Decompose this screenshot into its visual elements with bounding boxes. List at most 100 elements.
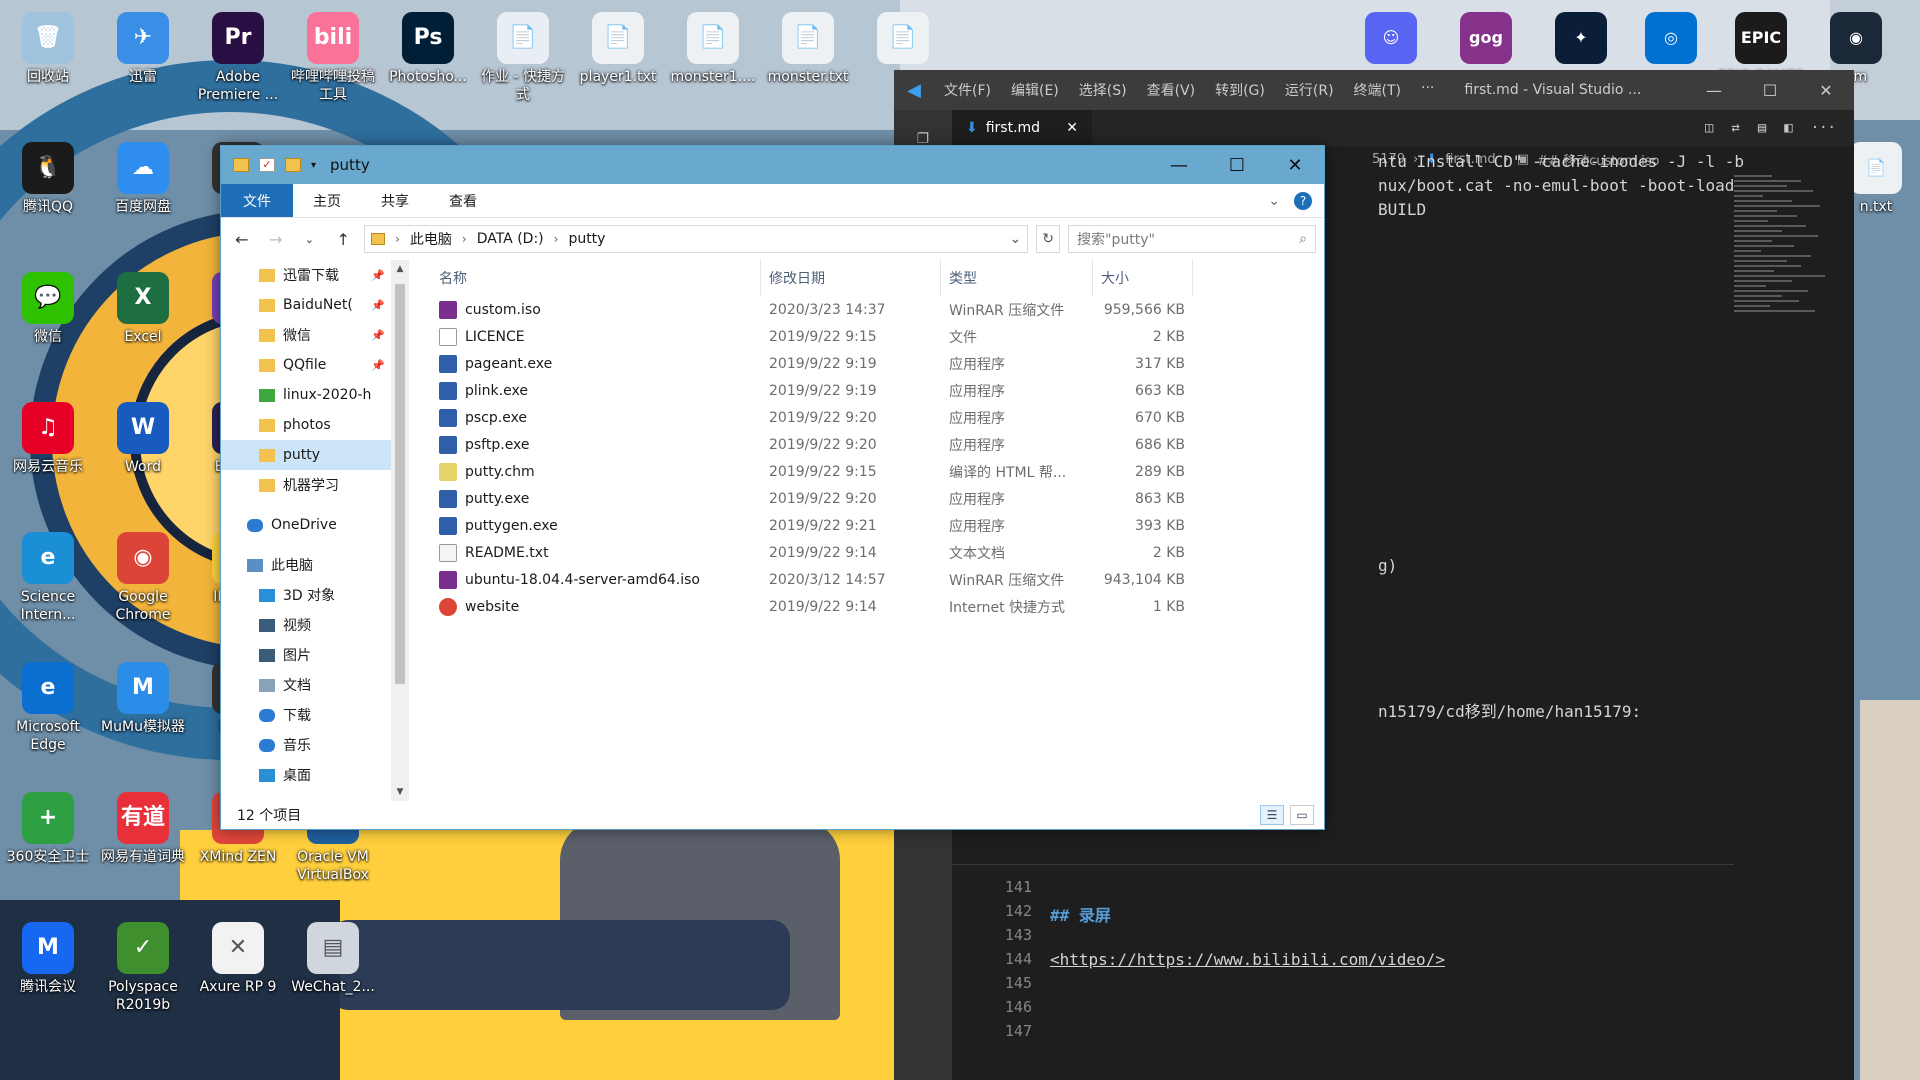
- column-type[interactable]: 类型: [941, 260, 1093, 296]
- tab-share[interactable]: 共享: [361, 184, 429, 217]
- vscode-menu-item[interactable]: 文件(F): [934, 80, 1001, 100]
- nav-item-music[interactable]: 音乐: [221, 730, 391, 760]
- back-button[interactable]: ←: [229, 230, 255, 249]
- file-row[interactable]: LICENCE 2019/9/22 9:15 文件 2 KB: [431, 323, 1324, 350]
- desktop-icon[interactable]: 🐧 腾讯QQ: [2, 142, 94, 216]
- compare-changes-icon[interactable]: ⇄: [1731, 120, 1739, 136]
- tab-close-icon[interactable]: ✕: [1066, 120, 1078, 136]
- scroll-down-icon[interactable]: ▼: [391, 787, 409, 797]
- chevron-down-icon[interactable]: ⌄: [1010, 231, 1022, 247]
- minimap[interactable]: [1734, 172, 1830, 1080]
- desktop-icon[interactable]: bili 哔哩哔哩投稿工具: [287, 12, 379, 104]
- vscode-menu-item[interactable]: 运行(R): [1275, 80, 1344, 100]
- file-row[interactable]: putty.exe 2019/9/22 9:20 应用程序 863 KB: [431, 485, 1324, 512]
- maximize-button[interactable]: ☐: [1742, 81, 1798, 100]
- desktop-icon[interactable]: M 腾讯会议: [2, 922, 94, 996]
- tab-file[interactable]: 文件: [221, 184, 293, 217]
- file-row[interactable]: custom.iso 2020/3/23 14:37 WinRAR 压缩文件 959,…: [431, 296, 1324, 323]
- desktop-icon[interactable]: X Excel: [97, 272, 189, 346]
- address-segment[interactable]: putty: [568, 231, 605, 247]
- chevron-right-icon[interactable]: ›: [554, 232, 559, 246]
- file-row[interactable]: website 2019/9/22 9:14 Internet 快捷方式 1 KB: [431, 593, 1324, 620]
- desktop-icon[interactable]: 📄 monster.txt: [762, 12, 854, 86]
- up-button[interactable]: ↑: [330, 230, 356, 249]
- desktop-icon[interactable]: ✕ Axure RP 9: [192, 922, 284, 996]
- minimize-button[interactable]: —: [1150, 155, 1208, 176]
- nav-item-dark[interactable]: 图片: [221, 640, 391, 670]
- column-name[interactable]: 名称: [431, 260, 761, 296]
- nav-scrollbar[interactable]: ▲ ▼: [391, 260, 409, 801]
- nav-item-pc[interactable]: 此电脑: [221, 550, 391, 580]
- file-row[interactable]: putty.chm 2019/9/22 9:15 编译的 HTML 帮... 289 …: [431, 458, 1324, 485]
- file-row[interactable]: psftp.exe 2019/9/22 9:20 应用程序 686 KB: [431, 431, 1324, 458]
- desktop-icon[interactable]: 📄 作业 - 快捷方式: [477, 12, 569, 104]
- explorer-view-icon[interactable]: ❐: [894, 110, 952, 148]
- file-row[interactable]: plink.exe 2019/9/22 9:19 应用程序 663 KB: [431, 377, 1324, 404]
- details-view-button[interactable]: ☰: [1260, 805, 1284, 825]
- address-segment[interactable]: DATA (D:): [477, 231, 544, 247]
- address-segment[interactable]: 此电脑: [410, 229, 452, 249]
- nav-item-folder[interactable]: BaiduNet(📌: [221, 290, 391, 320]
- nav-item-down[interactable]: 下载: [221, 700, 391, 730]
- close-button[interactable]: ✕: [1798, 81, 1854, 100]
- expand-ribbon-icon[interactable]: ⌄: [1268, 193, 1280, 209]
- minimize-button[interactable]: —: [1686, 81, 1742, 100]
- vscode-menu-item[interactable]: 选择(S): [1069, 80, 1137, 100]
- desktop-icon[interactable]: W Word: [97, 402, 189, 476]
- large-icons-view-button[interactable]: ▭: [1290, 805, 1314, 825]
- desktop-icon[interactable]: Ps Photosho...: [382, 12, 474, 86]
- desktop-icon[interactable]: 有道 网易有道词典: [97, 792, 189, 866]
- file-row[interactable]: README.txt 2019/9/22 9:14 文本文档 2 KB: [431, 539, 1324, 566]
- help-icon[interactable]: ?: [1294, 191, 1312, 210]
- file-row[interactable]: pscp.exe 2019/9/22 9:20 应用程序 670 KB: [431, 404, 1324, 431]
- open-preview-icon[interactable]: ◫: [1705, 120, 1713, 136]
- desktop-icon[interactable]: ◎: [1625, 12, 1717, 68]
- nav-item-green[interactable]: linux-2020-h: [221, 380, 391, 410]
- file-row[interactable]: puttygen.exe 2019/9/22 9:21 应用程序 393 KB: [431, 512, 1324, 539]
- desktop-icon[interactable]: 📄 monster1....: [667, 12, 759, 86]
- recent-locations-button[interactable]: ⌄: [297, 233, 323, 246]
- tab-home[interactable]: 主页: [293, 184, 361, 217]
- more-actions-icon[interactable]: ···: [1811, 120, 1836, 136]
- nav-item-folder[interactable]: 微信 📌: [221, 320, 391, 350]
- desktop-icon[interactable]: e Microsoft Edge: [2, 662, 94, 754]
- desktop-icon[interactable]: 💬 微信: [2, 272, 94, 346]
- refresh-button[interactable]: ↻: [1036, 225, 1061, 253]
- nav-item-folder[interactable]: QQfile 📌: [221, 350, 391, 380]
- nav-item-folder[interactable]: putty: [221, 440, 391, 470]
- desktop-icon[interactable]: e Science Intern...: [2, 532, 94, 624]
- desktop-icon[interactable]: gog: [1440, 12, 1532, 68]
- desktop-icon[interactable]: ☁ 百度网盘: [97, 142, 189, 216]
- chevron-right-icon[interactable]: ›: [462, 232, 467, 246]
- chevron-down-icon[interactable]: ▾: [311, 160, 316, 171]
- nav-item-folder[interactable]: 机器学习: [221, 470, 391, 500]
- search-input[interactable]: 搜索"putty" ⌕: [1068, 225, 1316, 253]
- nav-item-folder[interactable]: 迅雷下载 📌: [221, 260, 391, 290]
- nav-item-blue[interactable]: 桌面: [221, 760, 391, 790]
- column-date[interactable]: 修改日期: [761, 260, 941, 296]
- nav-item-doc[interactable]: 文档: [221, 670, 391, 700]
- desktop-icon[interactable]: ✈ 迅雷: [97, 12, 189, 86]
- properties-icon[interactable]: ✓: [259, 158, 275, 172]
- nav-item-blue[interactable]: 3D 对象: [221, 580, 391, 610]
- desktop-icon[interactable]: ✦: [1535, 12, 1627, 68]
- preview-side-icon[interactable]: ▤: [1758, 120, 1766, 136]
- scroll-thumb[interactable]: [395, 284, 405, 684]
- desktop-icon[interactable]: ✓ Polyspace R2019b: [97, 922, 189, 1014]
- vscode-menu-item[interactable]: 终端(T): [1344, 80, 1411, 100]
- desktop-icon[interactable]: ▤ WeChat_2...: [287, 922, 379, 996]
- close-button[interactable]: ✕: [1266, 155, 1324, 176]
- nav-item-folder[interactable]: photos: [221, 410, 391, 440]
- nav-item-dark[interactable]: 视频: [221, 610, 391, 640]
- desktop-icon[interactable]: 🗑 回收站: [2, 12, 94, 86]
- vscode-menu-item[interactable]: ···: [1411, 80, 1444, 100]
- desktop-icon[interactable]: Pr Adobe Premiere ...: [192, 12, 284, 104]
- maximize-button[interactable]: ☐: [1208, 155, 1266, 176]
- desktop-icon[interactable]: +360安全卫士: [2, 792, 94, 866]
- split-editor-icon[interactable]: ◧: [1784, 120, 1792, 136]
- scroll-up-icon[interactable]: ▲: [391, 264, 409, 274]
- file-row[interactable]: pageant.exe 2019/9/22 9:19 应用程序 317 KB: [431, 350, 1324, 377]
- desktop-icon[interactable]: M MuMu模拟器: [97, 662, 189, 736]
- vscode-menu-item[interactable]: 查看(V): [1137, 80, 1206, 100]
- forward-button[interactable]: →: [263, 230, 289, 249]
